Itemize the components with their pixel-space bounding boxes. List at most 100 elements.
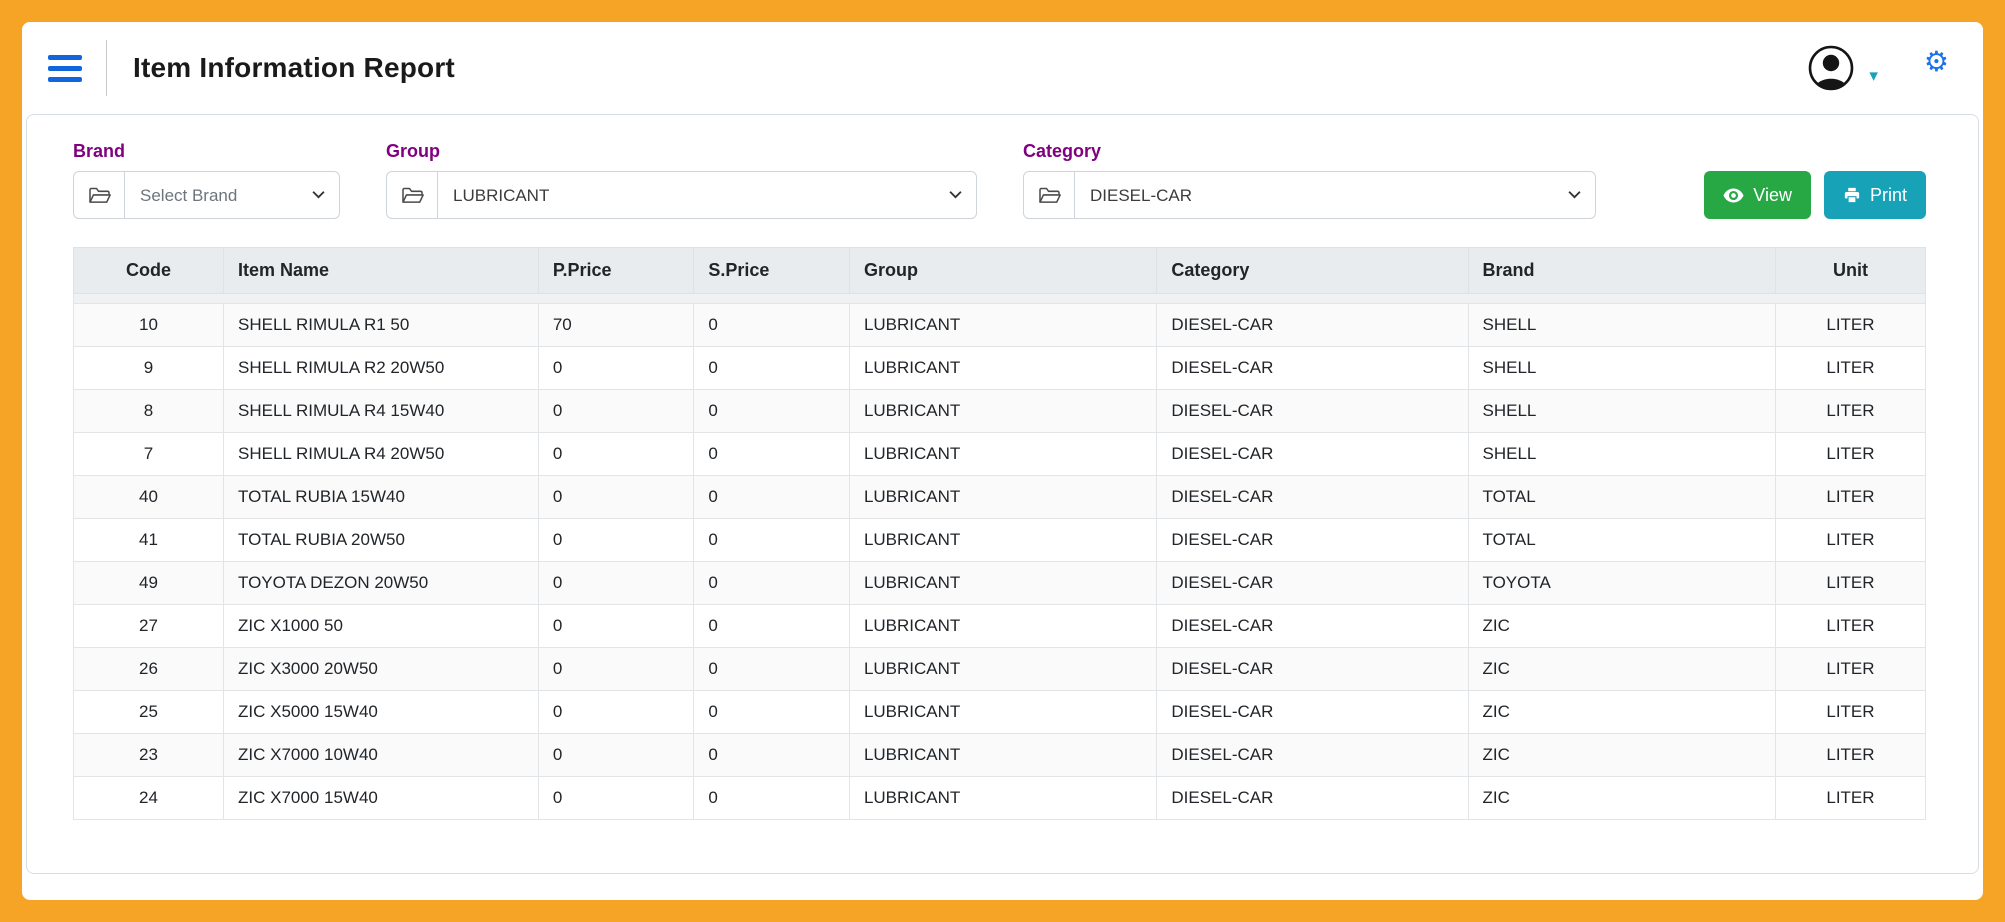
app-header: Item Information Report ▾ ⚙ xyxy=(22,22,1983,114)
table-cell: TOTAL xyxy=(1468,519,1775,562)
table-cell: 7 xyxy=(74,433,224,476)
printer-icon xyxy=(1843,186,1861,204)
table-cell: 0 xyxy=(538,691,694,734)
table-cell: LUBRICANT xyxy=(849,390,1156,433)
table-row: 26ZIC X3000 20W5000LUBRICANTDIESEL-CARZI… xyxy=(74,648,1926,691)
table-cell: 9 xyxy=(74,347,224,390)
table-cell: 0 xyxy=(538,519,694,562)
table-cell: 0 xyxy=(694,433,850,476)
table-cell: LITER xyxy=(1775,734,1925,777)
brand-select[interactable]: Select Brand xyxy=(124,171,340,219)
table-cell: 70 xyxy=(538,304,694,347)
table-cell: LUBRICANT xyxy=(849,648,1156,691)
table-cell: 0 xyxy=(538,734,694,777)
table-row: 49TOYOTA DEZON 20W5000LUBRICANTDIESEL-CA… xyxy=(74,562,1926,605)
table-cell: DIESEL-CAR xyxy=(1157,562,1468,605)
group-select[interactable]: LUBRICANT xyxy=(437,171,977,219)
table-cell: LUBRICANT xyxy=(849,433,1156,476)
action-buttons: View Print xyxy=(1704,171,1926,219)
table-cell: 26 xyxy=(74,648,224,691)
category-label: Category xyxy=(1023,141,1596,162)
folder-icon xyxy=(386,171,438,219)
table-cell: DIESEL-CAR xyxy=(1157,347,1468,390)
table-cell: TOYOTA DEZON 20W50 xyxy=(224,562,539,605)
table-cell: DIESEL-CAR xyxy=(1157,519,1468,562)
report-panel: Brand Select Brand xyxy=(26,114,1979,874)
table-cell: DIESEL-CAR xyxy=(1157,734,1468,777)
table-row: 40TOTAL RUBIA 15W4000LUBRICANTDIESEL-CAR… xyxy=(74,476,1926,519)
table-cell: 25 xyxy=(74,691,224,734)
table-cell: SHELL xyxy=(1468,390,1775,433)
table-cell: 0 xyxy=(538,562,694,605)
table-cell: 0 xyxy=(694,476,850,519)
table-cell: TOYOTA xyxy=(1468,562,1775,605)
table-header-row: Code Item Name P.Price S.Price Group Cat… xyxy=(74,248,1926,294)
table-cell: 0 xyxy=(694,648,850,691)
table-cell: ZIC xyxy=(1468,777,1775,820)
table-cell: 0 xyxy=(694,605,850,648)
table-cell: LUBRICANT xyxy=(849,734,1156,777)
view-button-label: View xyxy=(1753,185,1792,206)
table-cell: LUBRICANT xyxy=(849,476,1156,519)
table-cell: LUBRICANT xyxy=(849,691,1156,734)
table-cell: LUBRICANT xyxy=(849,562,1156,605)
column-header-unit: Unit xyxy=(1775,248,1925,294)
table-cell: ZIC xyxy=(1468,691,1775,734)
column-header-brand: Brand xyxy=(1468,248,1775,294)
table-cell: ZIC X1000 50 xyxy=(224,605,539,648)
table-cell: LUBRICANT xyxy=(849,519,1156,562)
table-cell: LUBRICANT xyxy=(849,605,1156,648)
table-row: 24ZIC X7000 15W4000LUBRICANTDIESEL-CARZI… xyxy=(74,777,1926,820)
table-cell: SHELL RIMULA R1 50 xyxy=(224,304,539,347)
table-cell: DIESEL-CAR xyxy=(1157,304,1468,347)
table-row: 25ZIC X5000 15W4000LUBRICANTDIESEL-CARZI… xyxy=(74,691,1926,734)
table-row: 8SHELL RIMULA R4 15W4000LUBRICANTDIESEL-… xyxy=(74,390,1926,433)
table-cell: LITER xyxy=(1775,519,1925,562)
view-button[interactable]: View xyxy=(1704,171,1811,219)
table-cell: 0 xyxy=(538,347,694,390)
table-cell: LUBRICANT xyxy=(849,347,1156,390)
settings-gear-icon[interactable]: ⚙ xyxy=(1924,48,1949,76)
table-cell: SHELL xyxy=(1468,433,1775,476)
table-cell: DIESEL-CAR xyxy=(1157,476,1468,519)
table-cell: LITER xyxy=(1775,433,1925,476)
table-cell: DIESEL-CAR xyxy=(1157,648,1468,691)
app-window: Item Information Report ▾ ⚙ Brand xyxy=(22,22,1983,900)
table-cell: ZIC xyxy=(1468,734,1775,777)
table-cell: LITER xyxy=(1775,562,1925,605)
table-cell: DIESEL-CAR xyxy=(1157,390,1468,433)
table-cell: 8 xyxy=(74,390,224,433)
header-right: ▾ ⚙ xyxy=(1807,44,1949,92)
table-cell: LITER xyxy=(1775,347,1925,390)
page-title: Item Information Report xyxy=(133,52,455,84)
table-cell: TOTAL xyxy=(1468,476,1775,519)
table-cell: ZIC X7000 10W40 xyxy=(224,734,539,777)
table-cell: 0 xyxy=(694,304,850,347)
hamburger-menu-icon[interactable] xyxy=(48,55,82,82)
table-cell: 27 xyxy=(74,605,224,648)
brand-label: Brand xyxy=(73,141,340,162)
table-cell: SHELL RIMULA R4 15W40 xyxy=(224,390,539,433)
table-cell: ZIC X3000 20W50 xyxy=(224,648,539,691)
table-cell: LITER xyxy=(1775,605,1925,648)
table-cell: 24 xyxy=(74,777,224,820)
user-avatar[interactable] xyxy=(1807,44,1855,92)
table-row: 23ZIC X7000 10W4000LUBRICANTDIESEL-CARZI… xyxy=(74,734,1926,777)
user-dropdown-caret-icon[interactable]: ▾ xyxy=(1869,67,1878,84)
print-button-label: Print xyxy=(1870,185,1907,206)
table-cell: LUBRICANT xyxy=(849,777,1156,820)
table-cell: SHELL xyxy=(1468,304,1775,347)
table-cell: ZIC X7000 15W40 xyxy=(224,777,539,820)
print-button[interactable]: Print xyxy=(1824,171,1926,219)
table-cell: 0 xyxy=(538,648,694,691)
table-cell: SHELL RIMULA R2 20W50 xyxy=(224,347,539,390)
table-cell: 49 xyxy=(74,562,224,605)
table-row: 41TOTAL RUBIA 20W5000LUBRICANTDIESEL-CAR… xyxy=(74,519,1926,562)
table-cell: LITER xyxy=(1775,390,1925,433)
table-cell: LUBRICANT xyxy=(849,304,1156,347)
category-select[interactable]: DIESEL-CAR xyxy=(1074,171,1596,219)
table-cell: 0 xyxy=(694,390,850,433)
table-cell: DIESEL-CAR xyxy=(1157,433,1468,476)
table-spacer-row xyxy=(74,294,1926,304)
column-header-code: Code xyxy=(74,248,224,294)
